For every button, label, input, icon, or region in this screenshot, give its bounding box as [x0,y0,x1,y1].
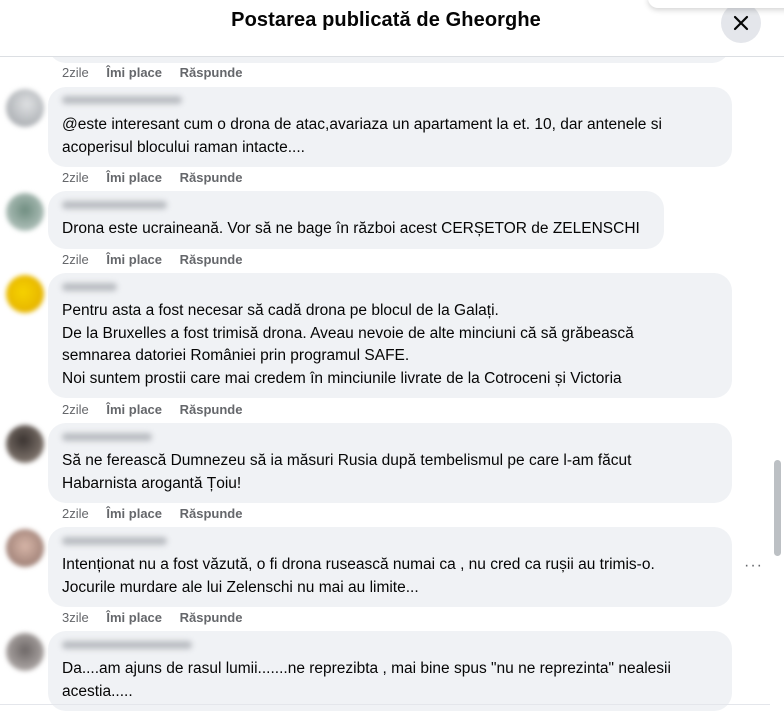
close-button[interactable] [721,3,761,43]
dialog-title: Postarea publicată de Gheorghe [231,9,541,31]
comment-bubble: Da....am ajuns de rasul lumii.......ne r… [48,631,732,711]
comment: Intenționat nu a fost văzută, o fi drona… [0,527,770,631]
comment-bubble: Intenționat nu a fost văzută, o fi drona… [48,527,732,607]
avatar[interactable] [6,193,44,231]
comment: Da....am ajuns de rasul lumii.......ne r… [0,631,770,713]
author-name[interactable] [62,537,167,545]
comment-actions: 2zile Îmi place Răspunde [62,252,256,267]
reply-link[interactable]: Răspunde [180,252,243,267]
comment-bubble: Drona este ucraineană. Vor să ne bage în… [48,191,664,249]
reply-link[interactable]: Răspunde [180,506,243,521]
top-popup-edge [648,0,784,8]
comment-text: Da....am ajuns de rasul lumii.......ne r… [62,660,671,700]
scroll-thumb[interactable] [774,460,781,556]
comment-actions: 2zile Îmi place Răspunde [62,170,256,185]
author-name[interactable] [62,201,167,209]
comment-text: @este interesant cum o drona de atac,ava… [62,116,662,156]
comment-time[interactable]: 2zile [62,252,89,267]
avatar[interactable] [6,633,44,671]
reply-link[interactable]: Răspunde [180,170,243,185]
like-link[interactable]: Îmi place [106,402,162,417]
author-name[interactable] [62,283,117,291]
comment-time[interactable]: 2zile [62,65,89,80]
close-icon [733,15,749,31]
avatar[interactable] [6,275,44,313]
post-dialog-header: Postarea publicată de Gheorghe [0,0,784,57]
reply-link[interactable]: Răspunde [180,610,243,625]
comment-bubble: @este interesant cum o drona de atac,ava… [48,87,732,167]
comments-list: 2zile Îmi place Răspunde @este interesan… [0,57,770,713]
comment-actions: 3zile Îmi place Răspunde [62,610,256,625]
comment-text: Intenționat nu a fost văzută, o fi drona… [62,556,655,596]
avatar[interactable] [6,529,44,567]
avatar[interactable] [6,425,44,463]
comment-time[interactable]: 3zile [62,610,89,625]
comment-bubble [48,57,730,63]
like-link[interactable]: Îmi place [106,65,162,80]
like-link[interactable]: Îmi place [106,610,162,625]
comment: Să ne ferească Dumnezeu să ia măsuri Rus… [0,423,770,527]
reply-link[interactable]: Răspunde [180,65,243,80]
like-link[interactable]: Îmi place [106,252,162,267]
comment: Drona este ucraineană. Vor să ne bage în… [0,191,770,273]
comment-text: Pentru asta a fost necesar să cadă drona… [62,302,634,387]
comment-time[interactable]: 2zile [62,506,89,521]
comment-actions: 2zile Îmi place Răspunde [62,65,256,80]
reply-link[interactable]: Răspunde [180,402,243,417]
comment-actions: 2zile Îmi place Răspunde [62,506,256,521]
comment: @este interesant cum o drona de atac,ava… [0,87,770,191]
comment-actions: 2zile Îmi place Răspunde [62,402,256,417]
divider [0,704,770,705]
comment-time[interactable]: 2zile [62,170,89,185]
like-link[interactable]: Îmi place [106,170,162,185]
scrollbar[interactable] [771,57,784,713]
comment-partial: 2zile Îmi place Răspunde [0,57,770,87]
author-name[interactable] [62,433,152,441]
author-name[interactable] [62,641,192,649]
more-options-icon[interactable]: ··· [744,557,763,575]
avatar[interactable] [6,89,44,127]
comment-bubble: Să ne ferească Dumnezeu să ia măsuri Rus… [48,423,732,503]
comment-text: Să ne ferească Dumnezeu să ia măsuri Rus… [62,452,632,492]
author-name[interactable] [62,96,182,104]
comment-time[interactable]: 2zile [62,402,89,417]
comment: Pentru asta a fost necesar să cadă drona… [0,273,770,423]
like-link[interactable]: Îmi place [106,506,162,521]
comment-bubble: Pentru asta a fost necesar să cadă drona… [48,273,732,398]
comment-text: Drona este ucraineană. Vor să ne bage în… [62,220,640,237]
